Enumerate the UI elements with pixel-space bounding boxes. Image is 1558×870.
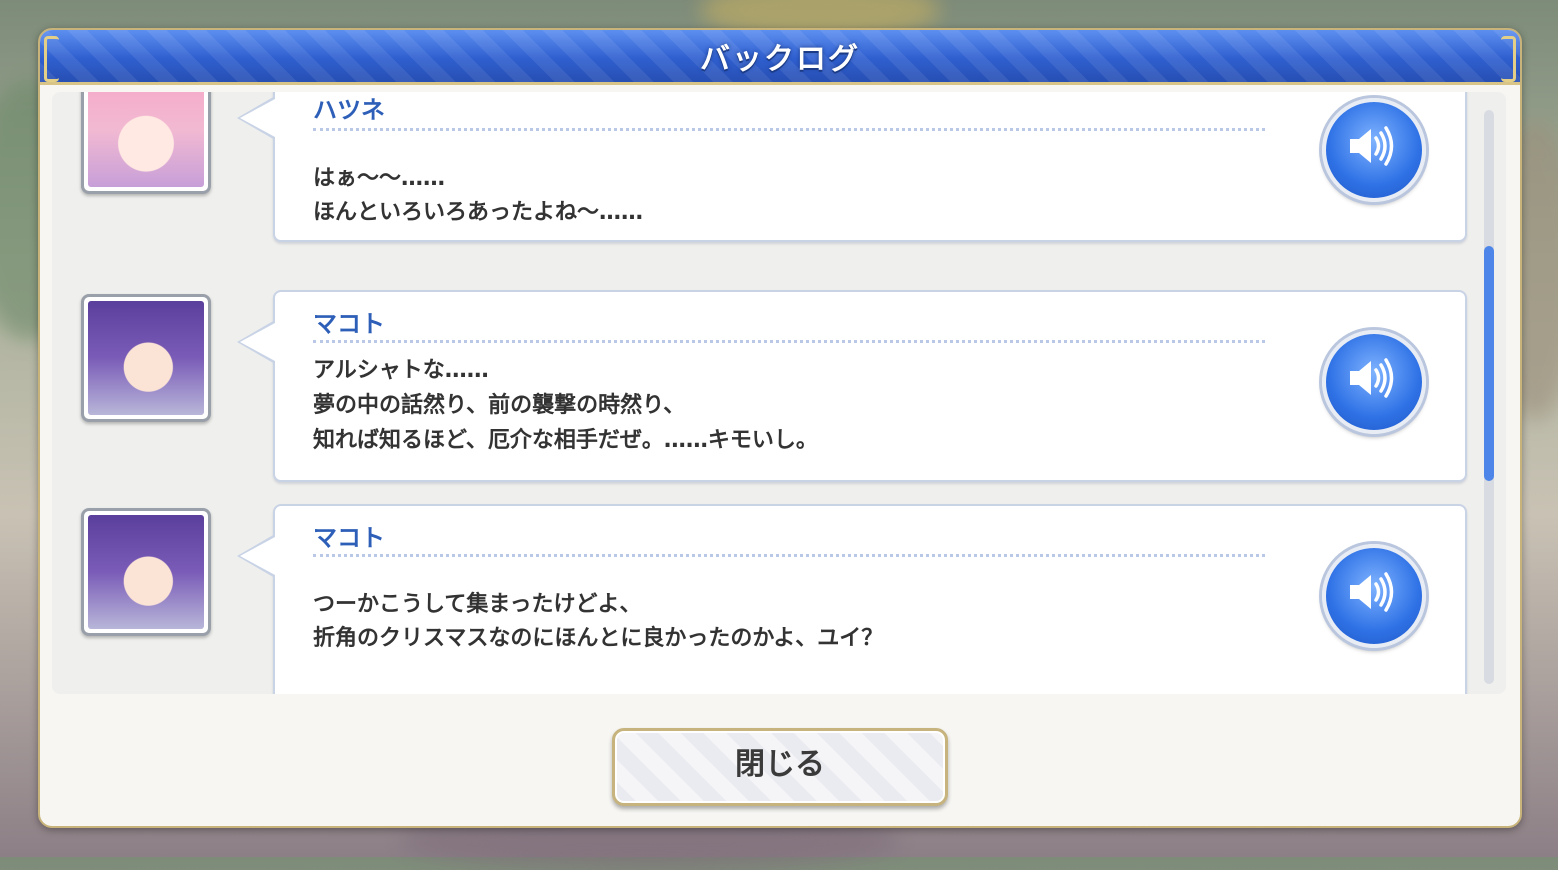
character-portrait-makoto	[81, 294, 211, 422]
scrollbar-track[interactable]	[1484, 110, 1494, 684]
makoto-portrait-image	[88, 301, 204, 415]
dialogue-line: 折角のクリスマスなのにほんとに良かったのかよ、ユイ？	[313, 626, 884, 651]
title-ornament-right	[1501, 36, 1516, 82]
dialogue-bubble: ハツネ はぁ～～…… ほんといろいろあったよね～……	[237, 92, 1467, 242]
dialogue-line: 夢の中の話然り、前の襲撃の時然り、	[313, 393, 686, 418]
speaker-name: ハツネ	[313, 96, 385, 124]
speaker-icon	[1350, 358, 1394, 398]
voice-replay-button[interactable]	[1322, 330, 1426, 434]
character-portrait-makoto	[81, 508, 211, 636]
dialogue-bubble: マコト つーかこうして集まったけどよ、 折角のクリスマスなのにほんとに良かったの…	[237, 504, 1467, 694]
backlog-dialog: バックログ ハツネ はぁ～～…… ほんといろいろあったよね～…… マコト アルシ…	[38, 28, 1522, 828]
dialog-title: バックログ	[700, 42, 860, 77]
dialogue-line: ほんといろいろあったよね～……	[313, 200, 644, 225]
backlog-list[interactable]: ハツネ はぁ～～…… ほんといろいろあったよね～…… マコト アルシャトな…… …	[52, 92, 1506, 694]
bubble-tail	[237, 320, 275, 364]
title-bar: バックログ	[40, 30, 1520, 85]
log-entry: ハツネ はぁ～～…… ほんといろいろあったよね～……	[52, 92, 1482, 256]
dialogue-line: はぁ～～……	[313, 166, 446, 191]
hatsune-portrait-image	[88, 92, 204, 187]
log-entry: マコト アルシャトな…… 夢の中の話然り、前の襲撃の時然り、 知れば知るほど、厄…	[52, 290, 1482, 484]
voice-replay-button[interactable]	[1322, 544, 1426, 648]
dialogue-line: つーかこうして集まったけどよ、	[313, 592, 642, 617]
bubble-tail	[237, 534, 275, 578]
speaker-name: マコト	[313, 310, 385, 338]
name-divider	[313, 340, 1265, 343]
speaker-icon	[1350, 126, 1394, 166]
name-divider	[313, 554, 1265, 557]
dialogue-bubble: マコト アルシャトな…… 夢の中の話然り、前の襲撃の時然り、 知れば知るほど、厄…	[237, 290, 1467, 482]
log-entry: マコト つーかこうして集まったけどよ、 折角のクリスマスなのにほんとに良かったの…	[52, 504, 1482, 694]
voice-replay-button[interactable]	[1322, 98, 1426, 202]
character-portrait-hatsune	[81, 92, 211, 194]
scrollbar-thumb[interactable]	[1484, 246, 1494, 481]
close-button[interactable]: 閉じる	[612, 728, 948, 806]
dialogue-line: アルシャトな……	[313, 358, 489, 383]
bubble-tail	[237, 96, 275, 140]
name-divider	[313, 128, 1265, 131]
speaker-name: マコト	[313, 524, 385, 552]
makoto-portrait-image	[88, 515, 204, 629]
speaker-icon	[1350, 572, 1394, 612]
dialogue-line: 知れば知るほど、厄介な相手だぜ。……キモいし。	[313, 428, 818, 453]
